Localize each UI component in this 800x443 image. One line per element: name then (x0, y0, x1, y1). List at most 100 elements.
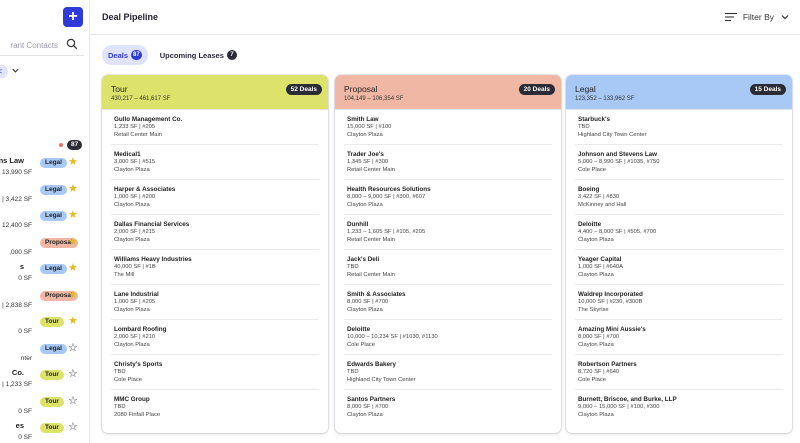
star-filled-icon[interactable]: ★ (68, 262, 78, 274)
star-outline-icon[interactable]: ☆ (68, 395, 78, 407)
contact-row[interactable]: s 0 SF Legal ★ (0, 262, 89, 288)
deal-location: Clayton Plaza (114, 237, 150, 243)
contact-meta: 0 | 13,990 SF (0, 169, 32, 176)
deal-name: Medical1 (114, 151, 141, 158)
contact-row[interactable]: 0 SF Tour ★ (0, 315, 89, 341)
contact-row[interactable]: nter Legal ☆ (0, 342, 89, 368)
column-legal: Legal 123,352 – 133,962 SF 15 Deals Star… (566, 75, 792, 433)
deal-card[interactable]: Medical1 3,000 SF | #515 Clayton Plaza (111, 145, 319, 180)
deal-card[interactable]: Harper & Associates 1,000 SF | #200 Clayto… (111, 180, 319, 215)
star-filled-icon[interactable]: ★ (68, 236, 78, 248)
contact-row[interactable]: ,000 SF Proposal ★ (0, 236, 89, 262)
chevron-down-icon[interactable] (11, 66, 20, 75)
deal-card[interactable]: Trader Joe's 1,345 SF | #300 Retail Center… (344, 145, 552, 180)
deal-size: 8,000 SF | #700 (578, 334, 620, 340)
contact-row[interactable]: 0 SF Tour ☆ (0, 395, 89, 421)
deal-card[interactable]: MMC Group TBD 2080 Finfall Place (111, 390, 319, 425)
deal-card[interactable]: Boeing 3,422 SF | #830 McKinney and Hall (575, 180, 783, 215)
deal-size: 3,422 SF | #830 (578, 194, 620, 200)
deal-card[interactable]: Smith Law 15,000 SF | #100 Clayton Plaza (344, 110, 552, 145)
unread-dot (59, 143, 63, 147)
deal-card[interactable]: Gullo Management Co. 1,233 SF | #205 Retai… (111, 110, 319, 145)
deal-card[interactable]: Edwards Bakery TBD Highland City Town Cent… (344, 355, 552, 390)
deal-location: Clayton Plaza (347, 412, 383, 418)
deal-size: 9,000 – 15,000 SF | #100, #300 (578, 404, 660, 410)
deal-size: 1,000 SF | #205 (114, 299, 156, 305)
deal-card[interactable]: Johnson and Stevens Law 5,000 – 8,990 SF … (575, 145, 783, 180)
deal-size: TBD (114, 369, 126, 375)
deal-name: Santos Partners (347, 396, 396, 403)
deal-location: Retail Center Main (347, 167, 396, 173)
deal-name: Dunhill (347, 221, 369, 228)
deal-card[interactable]: Dunhill 1,233 – 1,605 SF | #105, #205 Reta… (344, 215, 552, 250)
contact-row[interactable]: 700 | 12,400 SF Legal★ (0, 209, 89, 235)
deal-card[interactable]: Lane Industrial 1,000 SF | #205 Clayton Pl… (111, 285, 319, 320)
contact-row[interactable]: es 0 SF Tour ☆ (0, 421, 89, 443)
column-range: 123,352 – 133,962 SF (575, 96, 635, 102)
page-header: Deal Pipeline Filter By (90, 0, 800, 35)
deal-size: 40,000 SF | #1B (114, 264, 156, 270)
deal-name: Deloitte (347, 326, 371, 333)
deal-card[interactable]: Jack's Deli TBD Retail Center Main (344, 250, 552, 285)
deal-card[interactable]: Smith & Associates 8,000 SF | #700 Clayton… (344, 285, 552, 320)
tab-deals[interactable]: Deals 87 (102, 45, 148, 65)
deal-location: Retail Center Main (347, 237, 396, 243)
contact-search-input[interactable] (0, 36, 60, 54)
star-filled-icon[interactable]: ★ (68, 209, 78, 221)
star-outline-icon[interactable]: ☆ (68, 342, 78, 354)
star-filled-icon[interactable]: ★ (68, 156, 78, 168)
deal-card[interactable]: Lombard Roofing 2,000 SF | #210 Clayton Pl… (111, 320, 319, 355)
stage-tag: Legal (40, 211, 67, 221)
deal-location: Clayton Plaza (347, 202, 383, 208)
search-icon[interactable] (66, 38, 78, 50)
deal-name: Edwards Bakery (347, 361, 397, 368)
contact-meta: 0 | 3,422 SF (0, 195, 32, 203)
deal-size: 8,000 SF | #700 (347, 404, 389, 410)
deal-card[interactable]: Christy's Sports TBD Cole Place (111, 355, 319, 390)
contact-meta: 0 SF (18, 407, 32, 415)
deal-card[interactable]: Yeager Capital 1,000 SF | #640A Clayton Pl… (575, 250, 783, 285)
filter-chip[interactable]: < (0, 65, 8, 78)
star-filled-icon[interactable]: ★ (68, 315, 78, 327)
deal-card[interactable]: Burnett, Briscoe, and Burke, LLP 9,000 – … (575, 390, 783, 425)
contacts-sidebar: + < 87 ons Law0 | 13,990 SFLegal★0 | 3,4… (0, 0, 90, 443)
column-deals: Smith Law 15,000 SF | #100 Clayton Plaza Tr… (335, 110, 561, 425)
deal-size: 1,233 – 1,605 SF | #105, #205 (347, 229, 426, 235)
contact-row[interactable]: 5, #205 | 2,838 SFProposal★ (0, 289, 89, 315)
deal-location: Retail Center Main (114, 132, 163, 138)
deal-count-badge: 20 Deals (518, 84, 555, 95)
deal-card[interactable]: Starbuck's TBD Highland City Town Center (575, 110, 783, 145)
deal-card[interactable]: Robertson Partners 8,720 SF | #640 Cole Pl… (575, 355, 783, 390)
star-filled-icon[interactable]: ★ (68, 183, 78, 195)
filter-by-button[interactable]: Filter By (724, 10, 790, 24)
tab-upcoming-leases[interactable]: Upcoming Leases 7 (154, 45, 243, 65)
deal-name: Smith & Associates (347, 291, 406, 298)
contact-row[interactable]: Co. 5 | 1,233 SF Tour ☆ (0, 368, 89, 394)
deal-size: TBD (578, 124, 590, 130)
column-header: Proposal 104,149 – 106,354 SF 20 Deals (335, 75, 561, 110)
deal-card[interactable]: Deloitte 4,400 – 8,000 SF | #505, #700 Cla… (575, 215, 783, 250)
stage-tag: Tour (40, 370, 64, 380)
star-filled-icon[interactable]: ★ (68, 289, 78, 301)
contact-row[interactable]: ons Law 0 | 13,990 SF Legal★ (0, 156, 89, 182)
deal-name: Health Resources Solutions (347, 186, 431, 193)
tab-count-badge: 87 (131, 50, 142, 60)
deal-card[interactable]: Health Resources Solutions 8,000 – 9,000 … (344, 180, 552, 215)
deal-location: Clayton Plaza (578, 342, 614, 348)
contact-row[interactable]: 0 | 3,422 SF Legal ★ (0, 183, 89, 209)
star-outline-icon[interactable]: ☆ (68, 421, 78, 433)
star-outline-icon[interactable]: ☆ (68, 368, 78, 380)
deal-size: TBD (347, 264, 359, 270)
deal-card[interactable]: Amazing Mini Aussie's 8,000 SF | #700 Clay… (575, 320, 783, 355)
deal-card[interactable]: Williams Heavy Industries 40,000 SF | #1B… (111, 250, 319, 285)
deal-card[interactable]: Waldrep Incorporated 10,000 SF | #230, #3… (575, 285, 783, 320)
deal-card[interactable]: Santos Partners 8,000 SF | #700 Clayton Pl… (344, 390, 552, 425)
add-contact-button[interactable]: + (63, 7, 83, 27)
deal-card[interactable]: Dallas Financial Services 2,000 SF | #215… (111, 215, 319, 250)
deal-card[interactable]: Deloitte 10,000 – 10,234 SF | #1030, #113… (344, 320, 552, 355)
stage-tag: Legal (40, 184, 67, 195)
deal-name: MMC Group (114, 396, 150, 403)
filter-lines-icon (724, 12, 737, 22)
deal-size: 1,233 SF | #205 (114, 124, 156, 130)
contact-meta: 5, #205 | 2,838 SF (0, 301, 32, 309)
